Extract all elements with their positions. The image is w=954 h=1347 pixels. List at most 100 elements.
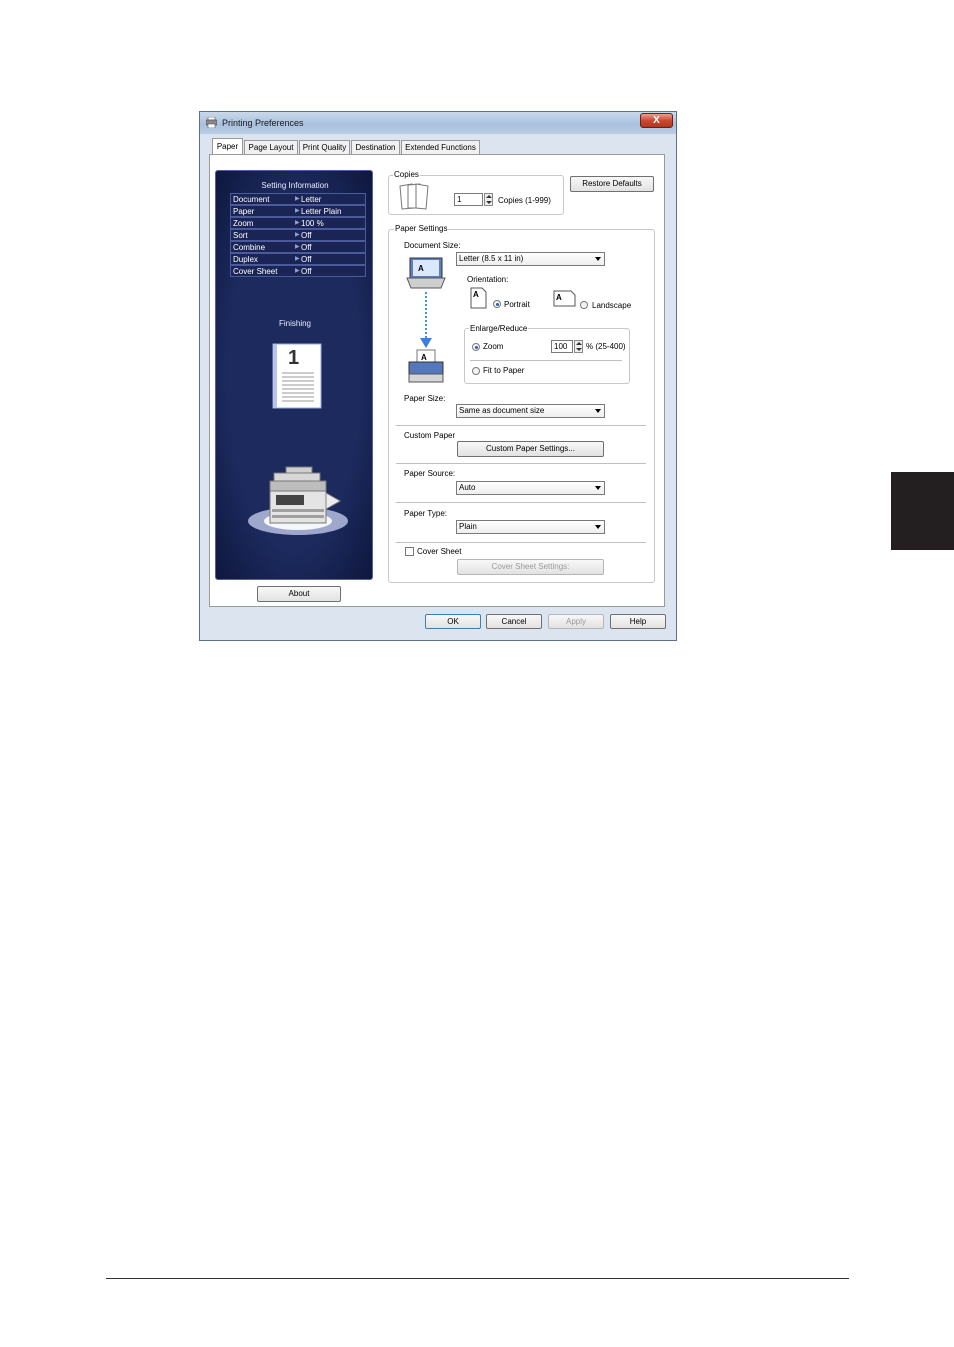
- paper-type-label: Paper Type:: [404, 509, 447, 518]
- arrow-right-icon: ▶: [295, 220, 300, 226]
- multifunction-printer-icon: [248, 466, 348, 535]
- copies-icon: [399, 183, 429, 210]
- arrow-right-icon: ▶: [295, 208, 300, 214]
- info-key: Cover Sheet: [233, 267, 278, 276]
- arrow-right-icon: ▶: [295, 268, 300, 274]
- divider: [396, 425, 646, 426]
- fit-to-paper-label: Fit to Paper: [483, 366, 525, 375]
- about-button[interactable]: About: [257, 586, 341, 602]
- paper-type-select[interactable]: Plain: [456, 520, 605, 534]
- cover-sheet-settings-button[interactable]: Cover Sheet Settings:: [457, 559, 604, 575]
- info-value: Off: [301, 243, 312, 252]
- tab-paper[interactable]: Paper: [212, 138, 243, 154]
- info-key: Paper: [233, 207, 255, 216]
- custom-paper-label: Custom Paper: [404, 431, 456, 440]
- copies-input[interactable]: 1: [454, 193, 483, 206]
- tab-page-layout[interactable]: Page Layout: [244, 140, 298, 154]
- enlarge-reduce-label: Enlarge/Reduce: [469, 324, 529, 333]
- footer-rule: [106, 1278, 849, 1279]
- tab-destination[interactable]: Destination: [351, 140, 400, 154]
- info-row-cover-sheet: Cover Sheet ▶ Off: [230, 265, 366, 277]
- orientation-label: Orientation:: [467, 275, 509, 284]
- divider: [396, 542, 646, 543]
- cancel-button[interactable]: Cancel: [486, 614, 542, 629]
- printer-icon: [206, 117, 217, 128]
- cover-sheet-label: Cover Sheet: [417, 547, 462, 556]
- info-value: Letter Plain: [301, 207, 342, 216]
- svg-text:A: A: [421, 353, 427, 362]
- tab-extended-functions[interactable]: Extended Functions: [401, 140, 480, 154]
- page-number: 1: [288, 347, 300, 369]
- paper-size-label: Paper Size:: [404, 394, 446, 403]
- info-row-document: Document ▶ Letter: [230, 193, 366, 205]
- arrow-right-icon: ▶: [295, 256, 300, 262]
- divider: [396, 463, 646, 464]
- document-size-value: Letter (8.5 x 11 in): [459, 254, 524, 263]
- portrait-radio[interactable]: [493, 300, 501, 308]
- apply-button[interactable]: Apply: [548, 614, 604, 629]
- title-bar[interactable]: Printing Preferences X: [200, 112, 676, 134]
- paper-settings-group-label: Paper Settings: [394, 224, 449, 233]
- svg-text:A: A: [473, 290, 479, 299]
- info-key: Zoom: [233, 219, 254, 228]
- cover-sheet-checkbox[interactable]: [405, 547, 414, 556]
- portrait-label: Portrait: [504, 300, 530, 309]
- paper-source-select[interactable]: Auto: [456, 481, 605, 495]
- setting-information-title: Setting Information: [261, 181, 329, 190]
- paper-source-value: Auto: [459, 483, 476, 492]
- arrow-right-icon: ▶: [295, 196, 300, 202]
- zoom-label: Zoom: [483, 342, 504, 351]
- printing-preferences-window: Printing Preferences X Paper Page Layout…: [199, 111, 677, 641]
- paper-size-select[interactable]: Same as document size: [456, 404, 605, 418]
- ok-button[interactable]: OK: [425, 614, 481, 629]
- info-value: Off: [301, 255, 312, 264]
- info-row-zoom: Zoom ▶ 100 %: [230, 217, 366, 229]
- copies-range-label: Copies (1-999): [498, 196, 551, 205]
- info-row-paper: Paper ▶ Letter Plain: [230, 205, 366, 217]
- svg-text:A: A: [556, 293, 562, 302]
- copies-group-label: Copies: [393, 170, 420, 179]
- landscape-label: Landscape: [592, 301, 632, 310]
- paper-source-label: Paper Source:: [404, 469, 456, 478]
- landscape-page-icon: A: [553, 290, 576, 307]
- info-key: Document: [233, 195, 270, 204]
- zoom-input[interactable]: 100: [551, 340, 573, 353]
- close-button[interactable]: X: [640, 113, 673, 128]
- info-key: Duplex: [233, 255, 258, 264]
- chapter-tab-marker: [891, 472, 954, 550]
- landscape-radio[interactable]: [580, 301, 588, 309]
- arrow-right-icon: ▶: [295, 232, 300, 238]
- custom-paper-settings-button[interactable]: Custom Paper Settings...: [457, 441, 604, 457]
- info-value: Off: [301, 267, 312, 276]
- document-size-label: Document Size:: [404, 241, 461, 250]
- copies-spinner[interactable]: [484, 193, 493, 206]
- document-flow-icon: A A: [406, 257, 446, 383]
- window-title: Printing Preferences: [222, 118, 304, 128]
- info-row-sort: Sort ▶ Off: [230, 229, 366, 241]
- info-value: Letter: [301, 195, 322, 204]
- enlarge-reduce-group: [464, 328, 630, 384]
- info-row-duplex: Duplex ▶ Off: [230, 253, 366, 265]
- zoom-divider: [470, 360, 622, 361]
- paper-type-value: Plain: [459, 522, 477, 531]
- setting-information-panel: Setting Information Document ▶ Letter Pape…: [215, 170, 373, 580]
- zoom-spinner[interactable]: [574, 340, 583, 353]
- tab-print-quality[interactable]: Print Quality: [299, 140, 350, 154]
- portrait-page-icon: A: [470, 287, 487, 309]
- svg-text:A: A: [418, 264, 424, 273]
- info-value: Off: [301, 231, 312, 240]
- document-size-select[interactable]: Letter (8.5 x 11 in): [456, 252, 605, 266]
- zoom-range-label: % (25-400): [586, 342, 626, 351]
- info-row-combine: Combine ▶ Off: [230, 241, 366, 253]
- zoom-radio[interactable]: [472, 343, 480, 351]
- restore-defaults-button[interactable]: Restore Defaults: [570, 176, 654, 192]
- arrow-right-icon: ▶: [295, 244, 300, 250]
- info-value: 100 %: [301, 219, 324, 228]
- divider: [396, 502, 646, 503]
- finishing-label: Finishing: [278, 319, 311, 328]
- help-button[interactable]: Help: [610, 614, 666, 629]
- fit-to-paper-radio[interactable]: [472, 367, 480, 375]
- info-key: Combine: [233, 243, 266, 252]
- info-key: Sort: [233, 231, 248, 240]
- paper-size-value: Same as document size: [459, 406, 545, 415]
